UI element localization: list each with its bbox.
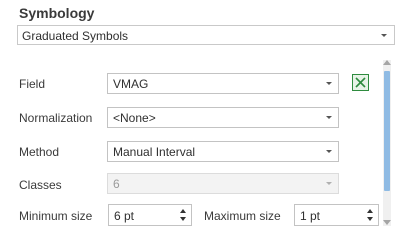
maximum-size-label: Maximum size xyxy=(204,209,281,223)
chevron-down-icon xyxy=(326,82,332,85)
chevron-down-icon xyxy=(326,116,332,119)
normalization-label: Normalization xyxy=(19,111,93,125)
classes-value: 6 xyxy=(113,177,120,191)
chevron-down-icon xyxy=(326,150,332,153)
scrollbar-thumb[interactable] xyxy=(384,71,390,191)
method-dropdown[interactable]: Manual Interval xyxy=(107,141,339,162)
symbology-title: Symbology xyxy=(19,5,95,21)
minimum-size-value: 6 pt xyxy=(114,209,135,223)
spin-down-icon[interactable] xyxy=(367,217,373,221)
chevron-down-icon xyxy=(381,34,387,37)
field-label: Field xyxy=(19,77,46,91)
spin-up-icon[interactable] xyxy=(367,209,373,213)
excel-calculate-icon xyxy=(355,77,366,88)
maximum-size-spinner[interactable]: 1 pt xyxy=(294,204,379,226)
method-value: Manual Interval xyxy=(113,145,196,159)
calculate-field-button[interactable] xyxy=(352,74,369,91)
minimum-size-label: Minimum size xyxy=(19,209,93,223)
spin-up-icon[interactable] xyxy=(180,209,186,213)
renderer-dropdown[interactable]: Graduated Symbols xyxy=(17,25,395,45)
field-value: VMAG xyxy=(113,77,149,91)
chevron-down-icon xyxy=(326,182,332,185)
spin-down-icon[interactable] xyxy=(180,217,186,221)
minimum-size-spinner[interactable]: 6 pt xyxy=(108,204,192,226)
classes-label: Classes xyxy=(19,178,62,192)
field-dropdown[interactable]: VMAG xyxy=(107,73,339,94)
classes-dropdown: 6 xyxy=(107,173,339,194)
method-label: Method xyxy=(19,145,60,159)
renderer-value: Graduated Symbols xyxy=(22,29,129,43)
scroll-down-arrow-icon[interactable] xyxy=(383,220,391,225)
normalization-dropdown[interactable]: <None> xyxy=(107,107,339,128)
normalization-value: <None> xyxy=(113,111,156,125)
maximum-size-value: 1 pt xyxy=(300,209,321,223)
scroll-up-arrow-icon[interactable] xyxy=(383,60,391,65)
